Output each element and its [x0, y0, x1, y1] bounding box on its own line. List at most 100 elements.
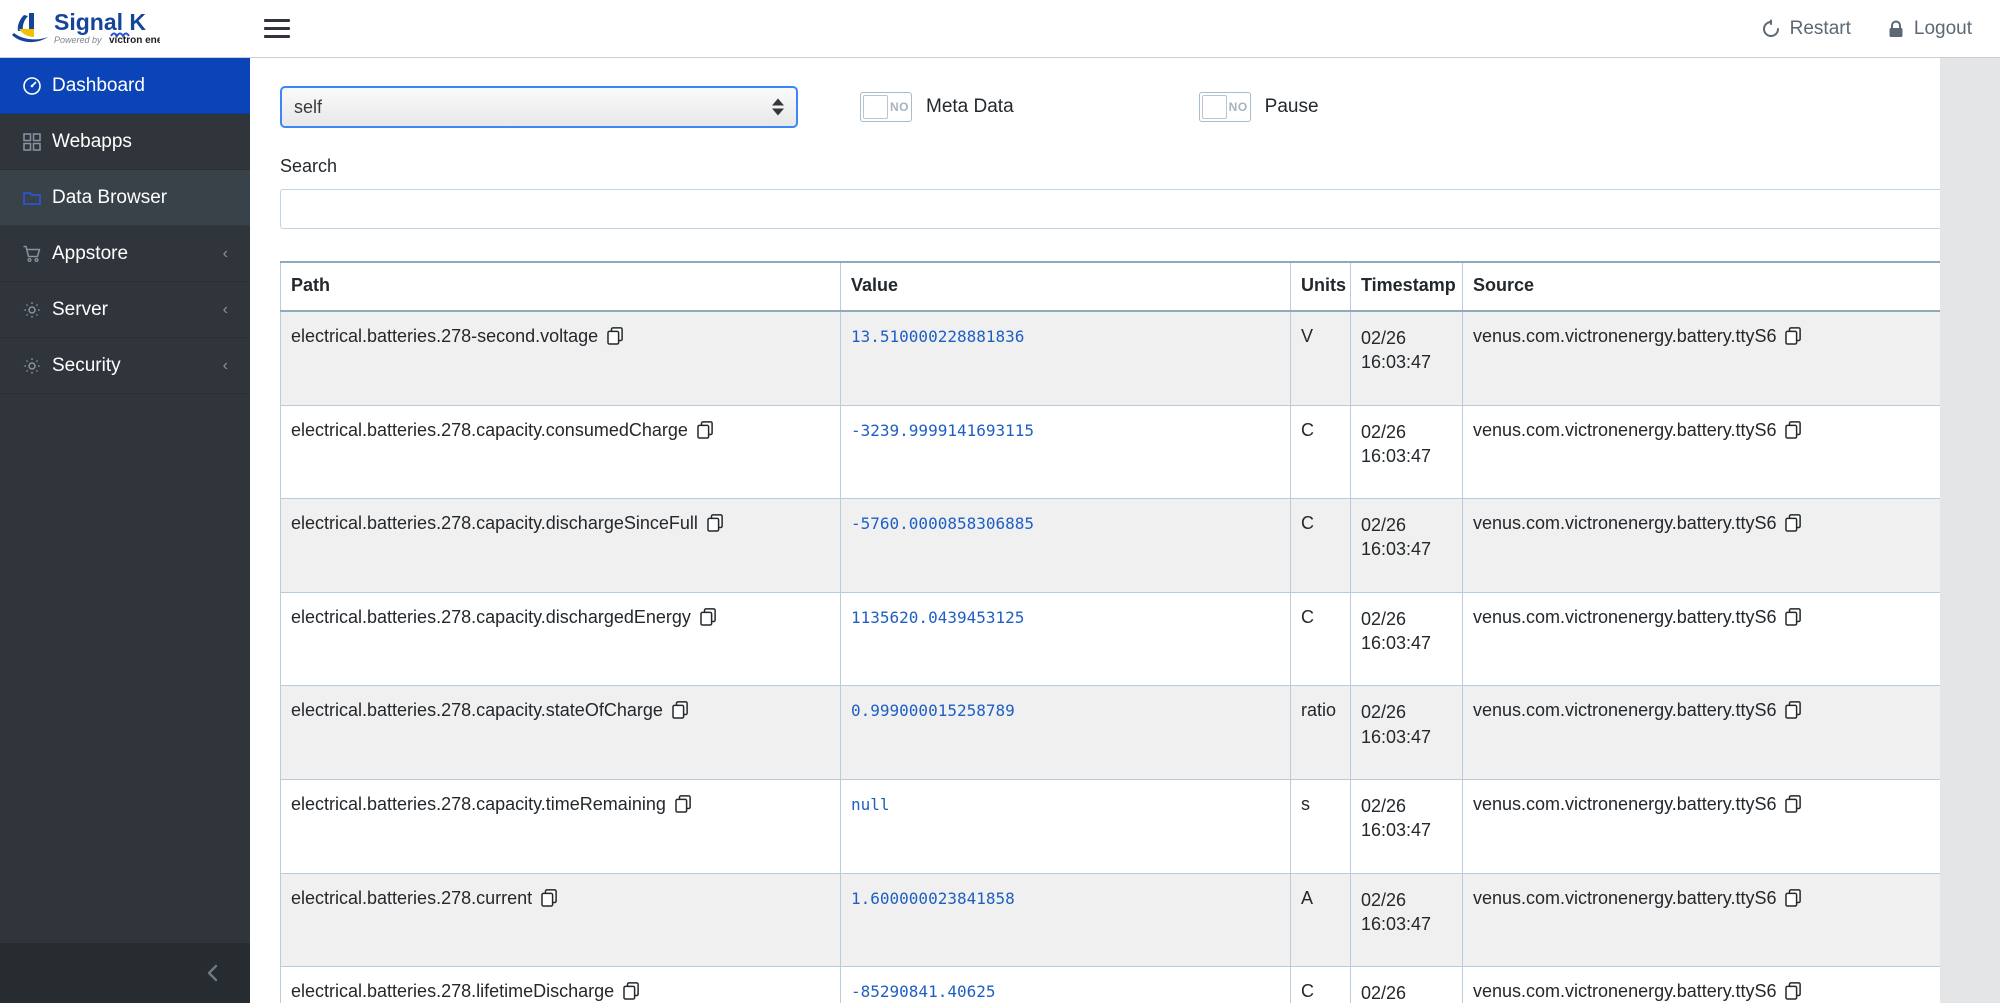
- sidebar-item-data-browser[interactable]: Data Browser: [0, 170, 250, 226]
- cell-value: 1135620.0439453125: [840, 591, 1291, 687]
- chevron-left-icon: [202, 962, 224, 984]
- source-text: venus.com.victronenergy.battery.ttyS6: [1473, 419, 1777, 440]
- value-text: 1.600000023841858: [851, 888, 1015, 908]
- path-text: electrical.batteries.278.current: [291, 887, 533, 908]
- column-header-timestamp[interactable]: Timestamp: [1350, 261, 1463, 312]
- column-header-source[interactable]: Source: [1462, 261, 1970, 312]
- search-input[interactable]: [280, 189, 1970, 229]
- cell-value: -85290841.40625: [840, 966, 1291, 1003]
- brand-logo[interactable]: Signal K Powered by victron energy: [0, 0, 250, 57]
- path-text: electrical.batteries.278.capacity.consum…: [291, 419, 688, 440]
- cell-source: venus.com.victronenergy.battery.ttyS6: [1462, 966, 1970, 1003]
- hamburger-icon[interactable]: [250, 0, 304, 58]
- copy-icon[interactable]: [607, 327, 624, 345]
- copy-icon[interactable]: [1785, 514, 1802, 532]
- source-text: venus.com.victronenergy.battery.ttyS6: [1473, 606, 1777, 627]
- path-text: electrical.batteries.278.lifetimeDischar…: [291, 981, 615, 1002]
- copy-icon[interactable]: [672, 701, 689, 720]
- copy-icon[interactable]: [1785, 607, 1802, 626]
- cell-timestamp: 02/26 16:03:47: [1350, 872, 1463, 968]
- cell-units: C: [1290, 591, 1351, 687]
- sidebar-item-dashboard[interactable]: Dashboard: [0, 58, 250, 114]
- source-text: venus.com.victronenergy.battery.ttyS6: [1473, 326, 1777, 346]
- copy-icon[interactable]: [675, 795, 692, 813]
- context-select[interactable]: self: [280, 86, 798, 128]
- table-row: electrical.batteries.278.capacity.timeRe…: [280, 778, 1970, 874]
- sidebar-item-webapps[interactable]: Webapps: [0, 114, 250, 170]
- copy-icon[interactable]: [541, 888, 558, 907]
- top-navbar: Signal K Powered by victron energy Resta…: [0, 0, 2000, 58]
- cell-path: electrical.batteries.278.capacity.consum…: [280, 404, 841, 500]
- copy-icon[interactable]: [1785, 795, 1802, 813]
- sidebar-item-appstore[interactable]: Appstore ‹: [0, 226, 250, 282]
- cell-timestamp: 02/26 16:03:47: [1350, 778, 1463, 874]
- copy-icon[interactable]: [707, 514, 724, 532]
- pause-label: Pause: [1264, 96, 1319, 117]
- copy-icon[interactable]: [623, 982, 640, 1000]
- svg-text:Signal K: Signal K: [54, 9, 146, 35]
- cell-units: C: [1290, 966, 1351, 1003]
- copy-icon[interactable]: [697, 420, 714, 439]
- logout-button[interactable]: Logout: [1887, 18, 1972, 40]
- cell-source: venus.com.victronenergy.battery.ttyS6: [1462, 778, 1970, 874]
- pause-toggle[interactable]: NO: [1198, 92, 1251, 122]
- cell-path: electrical.batteries.278.capacity.discha…: [280, 498, 841, 593]
- table-row: electrical.batteries.278.capacity.discha…: [280, 498, 1970, 593]
- sidebar-item-label: Webapps: [52, 130, 132, 152]
- cell-units: C: [1290, 498, 1351, 593]
- search-section: Search: [280, 156, 1970, 229]
- timestamp-date: 02/26: [1361, 328, 1407, 348]
- column-header-value[interactable]: Value: [840, 261, 1291, 312]
- svg-text:Powered by: Powered by: [54, 35, 102, 45]
- cell-timestamp: 02/26 16:03:47: [1350, 498, 1463, 593]
- table-row: electrical.batteries.278.capacity.consum…: [280, 404, 1970, 500]
- sidebar-item-security[interactable]: Security ‹: [0, 338, 250, 394]
- toggle-state-label: NO: [890, 100, 909, 114]
- copy-icon[interactable]: [1785, 420, 1802, 439]
- cell-path: electrical.batteries.278-second.voltage: [280, 310, 841, 406]
- cell-source: venus.com.victronenergy.battery.ttyS6: [1462, 404, 1970, 500]
- page-body: Dashboard Webapps Data Browser Appstore …: [0, 58, 2000, 1003]
- table-body: electrical.batteries.278-second.voltage 1…: [280, 310, 1970, 1003]
- copy-icon[interactable]: [1785, 327, 1802, 345]
- cell-value: 0.999000015258789: [840, 685, 1291, 780]
- pause-toggle-group: NO Pause: [1198, 92, 1319, 122]
- source-text: venus.com.victronenergy.battery.ttyS6: [1473, 887, 1777, 908]
- path-text: electrical.batteries.278.capacity.discha…: [291, 606, 691, 627]
- timestamp-date: 02/26: [1361, 421, 1407, 442]
- value-text: 13.510000228881836: [851, 327, 1025, 346]
- sidebar-collapse-button[interactable]: [0, 943, 250, 1003]
- sidebar-item-label: Dashboard: [52, 74, 145, 96]
- timestamp-date: 02/26: [1361, 795, 1407, 816]
- svg-text:victron energy: victron energy: [109, 35, 160, 46]
- cell-source: venus.com.victronenergy.battery.ttyS6: [1462, 872, 1970, 968]
- sidebar-item-server[interactable]: Server ‹: [0, 282, 250, 338]
- timestamp-time: 16:03:47: [1361, 539, 1432, 560]
- chevron-left-icon: ‹: [222, 356, 228, 374]
- copy-icon[interactable]: [1785, 982, 1802, 1000]
- sidebar-item-label: Appstore: [52, 242, 129, 264]
- shopping-cart-icon: [22, 244, 52, 264]
- table-row: electrical.batteries.278-second.voltage 1…: [280, 310, 1970, 406]
- cell-units: C: [1290, 404, 1351, 500]
- cell-units: A: [1290, 872, 1351, 968]
- meta-data-toggle[interactable]: NO: [860, 92, 912, 122]
- chevron-left-icon: ‹: [222, 244, 228, 262]
- timestamp-date: 02/26: [1361, 608, 1407, 629]
- cell-path: electrical.batteries.278.capacity.discha…: [280, 591, 841, 687]
- copy-icon[interactable]: [1785, 888, 1802, 907]
- copy-icon[interactable]: [700, 607, 717, 626]
- cell-value: 13.510000228881836: [840, 310, 1291, 406]
- cell-path: electrical.batteries.278.capacity.stateO…: [280, 685, 841, 780]
- cell-value: 1.600000023841858: [840, 872, 1291, 968]
- lock-icon: [1887, 19, 1905, 39]
- column-header-path[interactable]: Path: [280, 261, 841, 312]
- restart-button[interactable]: Restart: [1761, 18, 1851, 40]
- gear-icon: [22, 356, 52, 376]
- cell-timestamp: 02/26 16:03:47: [1350, 404, 1463, 500]
- column-header-units[interactable]: Units: [1290, 261, 1351, 312]
- timestamp-date: 02/26: [1361, 515, 1407, 536]
- panel-inner: self NO Meta Data NO Pause Search Path V…: [250, 86, 2000, 1003]
- copy-icon[interactable]: [1785, 701, 1802, 720]
- timestamp-time: 16:03:47: [1361, 913, 1432, 934]
